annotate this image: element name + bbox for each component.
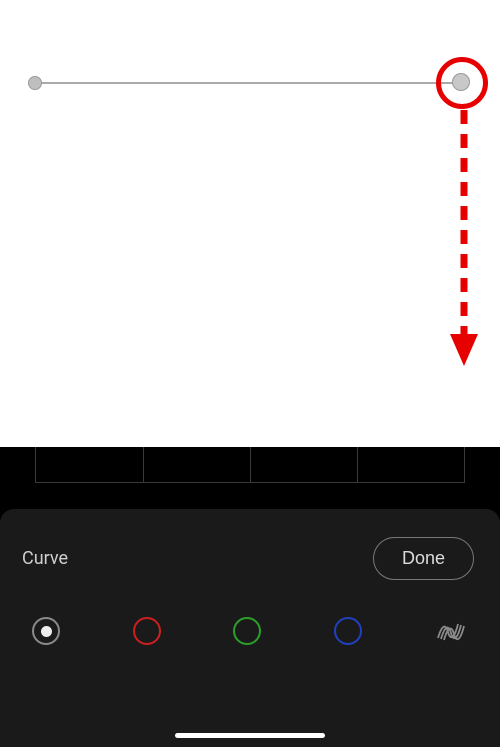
green-channel-button[interactable] [233,617,261,645]
channel-selector-row [0,614,500,648]
curve-handle-highlights[interactable] [452,73,470,91]
active-indicator-icon [41,626,52,637]
histogram-grid [35,447,465,483]
done-button[interactable]: Done [373,537,474,580]
curve-controls-panel: Curve Done [0,509,500,747]
wave-icon [435,615,467,647]
panel-header: Curve Done [0,509,500,580]
bottom-panel: Curve Done [0,447,500,747]
tone-curve-line [35,82,460,84]
home-indicator[interactable] [175,733,325,738]
luminance-channel-button[interactable] [32,617,60,645]
parametric-curve-button[interactable] [434,614,468,648]
blue-channel-button[interactable] [334,617,362,645]
curve-editor-canvas[interactable] [0,0,500,447]
panel-title: Curve [22,548,68,569]
curve-handle-shadows[interactable] [28,76,42,90]
annotation-arrow [457,110,471,370]
red-channel-button[interactable] [133,617,161,645]
